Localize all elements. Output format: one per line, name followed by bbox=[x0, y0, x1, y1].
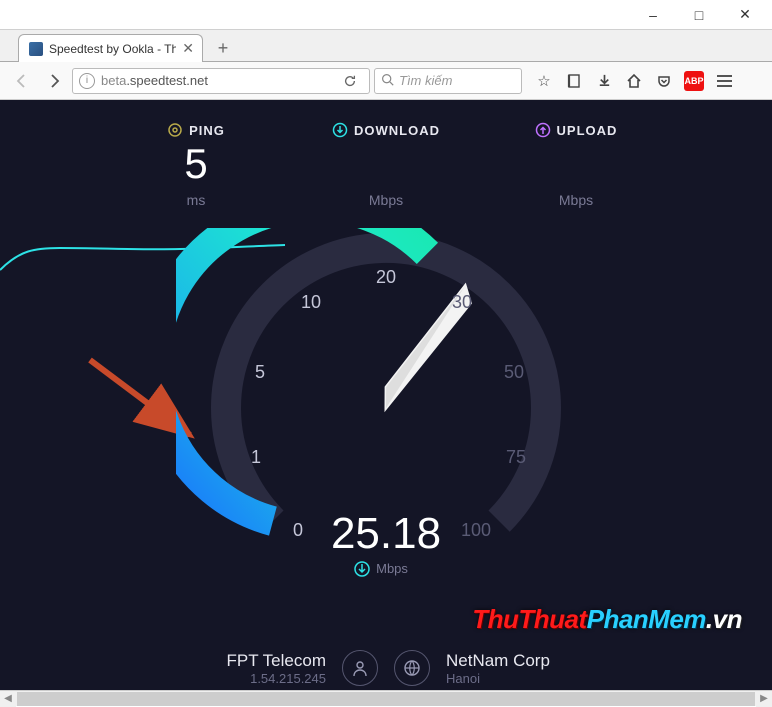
scroll-left-button[interactable]: ◀ bbox=[0, 691, 16, 707]
tick-50: 50 bbox=[504, 362, 524, 382]
upload-unit: Mbps bbox=[491, 192, 661, 208]
tick-75: 75 bbox=[506, 447, 526, 467]
window-minimize-button[interactable]: – bbox=[630, 1, 676, 29]
tick-0: 0 bbox=[293, 520, 303, 540]
forward-button[interactable] bbox=[40, 67, 68, 95]
user-icon bbox=[342, 650, 378, 686]
horizontal-scrollbar[interactable]: ◀ ▶ bbox=[0, 690, 772, 706]
window-maximize-button[interactable]: □ bbox=[676, 1, 722, 29]
pocket-icon[interactable] bbox=[650, 67, 678, 95]
ping-value: 5 bbox=[111, 140, 281, 188]
navbar: i beta.speedtest.net Tìm kiếm ☆ ABP bbox=[0, 62, 772, 100]
browser-tab[interactable]: Speedtest by Ookla - The Gl ✕ bbox=[18, 34, 203, 62]
speed-gauge: 0 1 5 10 20 30 50 75 100 25.18 Mbps bbox=[176, 228, 596, 588]
upload-label: UPLOAD bbox=[557, 123, 618, 138]
search-input[interactable]: Tìm kiếm bbox=[374, 68, 522, 94]
connection-info: FPT Telecom 1.54.215.245 NetNam Corp Han… bbox=[0, 650, 772, 690]
search-icon bbox=[381, 73, 394, 89]
toolbar: ☆ ABP bbox=[530, 67, 738, 95]
tick-20: 20 bbox=[376, 267, 396, 287]
upload-icon bbox=[535, 122, 551, 138]
scroll-right-button[interactable]: ▶ bbox=[756, 691, 772, 707]
metrics-row: PING 5 ms DOWNLOAD Mbps UPLOAD Mbps bbox=[0, 100, 772, 208]
url-text: beta.speedtest.net bbox=[101, 73, 337, 88]
url-input[interactable]: i beta.speedtest.net bbox=[72, 68, 370, 94]
tick-30: 30 bbox=[452, 292, 472, 312]
globe-icon bbox=[394, 650, 430, 686]
reload-button[interactable] bbox=[337, 74, 363, 88]
speed-value: 25.18 bbox=[331, 509, 441, 558]
search-placeholder: Tìm kiếm bbox=[399, 73, 452, 88]
isp-name: FPT Telecom bbox=[126, 651, 326, 671]
tick-100: 100 bbox=[461, 520, 491, 540]
tab-title: Speedtest by Ookla - The Gl bbox=[49, 42, 176, 56]
isp-ip: 1.54.215.245 bbox=[126, 671, 326, 686]
window-close-button[interactable]: ✕ bbox=[722, 1, 768, 29]
site-info-icon[interactable]: i bbox=[79, 73, 95, 89]
server-block: NetNam Corp Hanoi bbox=[446, 651, 646, 686]
tick-5: 5 bbox=[255, 362, 265, 382]
ping-unit: ms bbox=[111, 192, 281, 208]
tab-strip: Speedtest by Ookla - The Gl ✕ + bbox=[0, 30, 772, 62]
metric-ping: PING 5 ms bbox=[111, 122, 281, 208]
tick-1: 1 bbox=[251, 447, 261, 467]
watermark: ThuThuatPhanMem.vn bbox=[472, 604, 742, 635]
server-name: NetNam Corp bbox=[446, 651, 646, 671]
metric-upload: UPLOAD Mbps bbox=[491, 122, 661, 208]
new-tab-button[interactable]: + bbox=[209, 35, 237, 61]
menu-button[interactable] bbox=[710, 67, 738, 95]
bookmark-star-icon[interactable]: ☆ bbox=[530, 67, 558, 95]
tab-favicon bbox=[29, 42, 43, 56]
page-content: PING 5 ms DOWNLOAD Mbps UPLOAD Mbps bbox=[0, 100, 772, 690]
downloads-icon[interactable] bbox=[590, 67, 618, 95]
upload-value bbox=[491, 140, 661, 188]
tick-10: 10 bbox=[301, 292, 321, 312]
scroll-thumb[interactable] bbox=[17, 692, 755, 706]
download-value bbox=[301, 140, 471, 188]
download-unit: Mbps bbox=[301, 192, 471, 208]
speed-unit: Mbps bbox=[376, 561, 408, 576]
isp-block: FPT Telecom 1.54.215.245 bbox=[126, 651, 326, 686]
ping-label: PING bbox=[189, 123, 225, 138]
adblock-icon[interactable]: ABP bbox=[680, 67, 708, 95]
download-icon bbox=[332, 122, 348, 138]
metric-download: DOWNLOAD Mbps bbox=[301, 122, 471, 208]
reading-list-icon[interactable] bbox=[560, 67, 588, 95]
home-icon[interactable] bbox=[620, 67, 648, 95]
back-button[interactable] bbox=[8, 67, 36, 95]
server-location: Hanoi bbox=[446, 671, 646, 686]
download-label: DOWNLOAD bbox=[354, 123, 440, 138]
window-titlebar: – □ ✕ bbox=[0, 0, 772, 30]
ping-icon bbox=[167, 122, 183, 138]
tab-close-button[interactable]: ✕ bbox=[182, 40, 194, 57]
